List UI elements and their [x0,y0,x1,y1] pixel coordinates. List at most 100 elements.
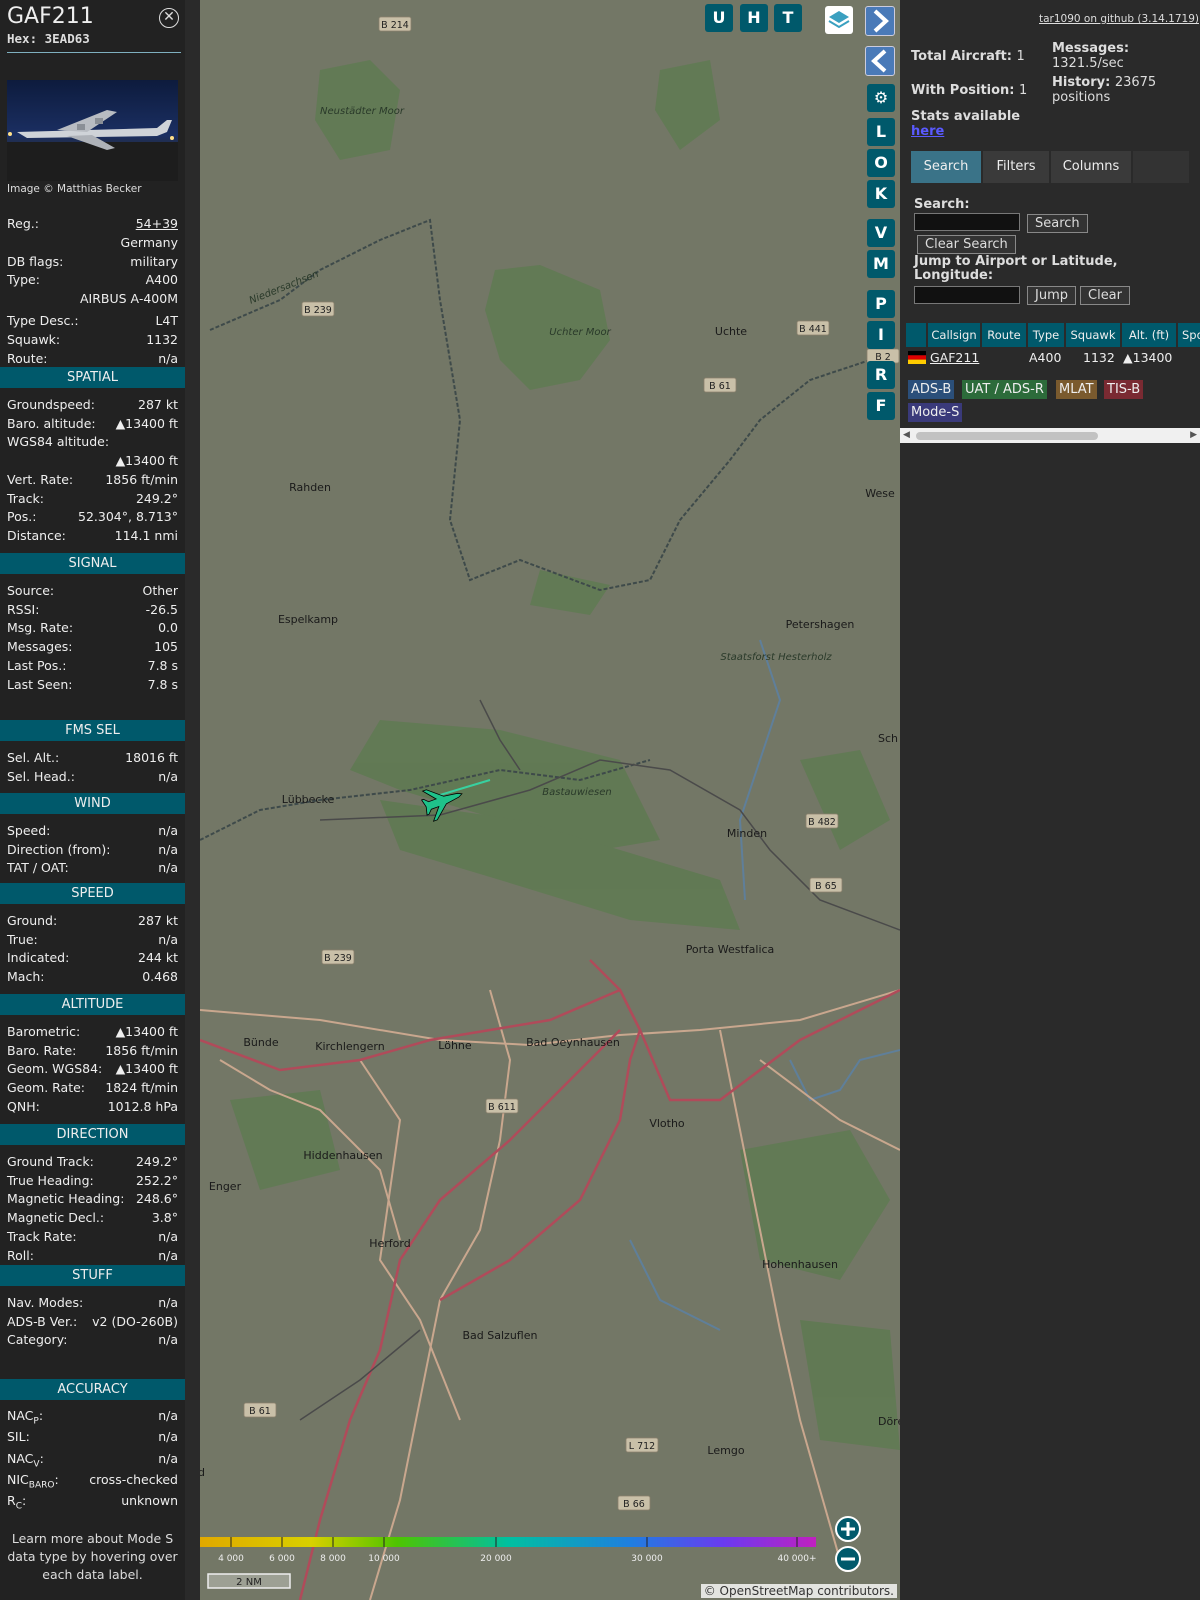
place-label: Bastauwiesen [542,787,611,798]
detail-row: Distance: 114.1 nmi [7,528,178,546]
row-value: ▲13400 ft [115,1024,178,1039]
row-value[interactable]: 54+39 [136,216,178,231]
row-value: 0.468 [142,969,178,985]
zoom-in-button[interactable] [835,1516,861,1542]
clear-search-button[interactable]: Clear Search [917,235,1016,254]
row-label: Source: [7,583,55,598]
road-label: B 239 [324,953,352,964]
detail-row: Ground Track: 249.2° [7,1154,178,1172]
detail-row: Track Rate: n/a [7,1229,178,1247]
github-link[interactable]: tar1090 on github (3.14.1719) [1039,13,1199,25]
scroll-left-icon[interactable]: ◀ [903,430,910,440]
map-button-l[interactable]: L [867,118,895,146]
map-canvas[interactable]: 4 000 6 000 8 000 10 000 20 000 30 000 40 000+… [200,0,900,1600]
row-value: 7.8 s [147,676,178,692]
tab-search[interactable]: Search [911,151,981,183]
close-icon[interactable]: ✕ [159,8,179,28]
road-shield: B 482 [805,813,839,829]
column-header-route[interactable]: Route [982,323,1026,347]
search-button[interactable]: Search [1027,214,1088,233]
clear-button[interactable]: Clear [1080,286,1130,305]
source-tag: Mode-S [908,403,963,422]
section-header-wind: WIND [0,793,185,814]
section-header-spatial: SPATIAL [0,367,185,388]
info-row: Type: A400 [7,272,178,290]
detail-row: Messages: 105 [7,639,178,657]
road-shield: B 441 [796,320,830,336]
search-input[interactable] [914,213,1020,231]
row-label: RSSI: [7,601,40,617]
road-label: L 712 [629,1441,655,1452]
column-header-speed[interactable]: Spd [1178,323,1200,347]
accuracy-value: n/a [158,1429,178,1445]
column-header-flag[interactable] [906,323,926,347]
row-label: True Heading: [7,1172,94,1188]
map-button-f[interactable]: F [867,392,895,420]
detail-row: ▲13400 ft [7,453,178,471]
aircraft-photo[interactable] [7,80,178,181]
row-label: Type: [7,272,40,287]
list-scrollbar-thumb[interactable] [916,432,1098,440]
map-button-t[interactable]: T [774,4,802,32]
layers-icon[interactable] [825,6,853,34]
map-button-m[interactable]: M [867,250,895,278]
row-value: n/a [158,1332,178,1348]
place-label: Vlotho [649,1117,685,1130]
jump-input[interactable] [914,286,1020,304]
messages-stat: Messages: 1321.5/sec [1052,41,1130,71]
place-label: Wese [865,487,895,500]
map-button-o[interactable]: O [867,149,895,177]
accuracy-value: unknown [121,1493,178,1509]
row-label: Groundspeed: [7,397,95,412]
chevron-left-icon[interactable] [865,46,895,76]
section-header-speed: SPEED [0,883,185,904]
column-header-type[interactable]: Type [1028,323,1064,347]
stats-link[interactable]: here [911,124,944,139]
map-button-k[interactable]: K [867,180,895,208]
column-header-callsign[interactable]: Callsign [928,323,980,347]
accuracy-row: SIL: n/a [7,1429,178,1447]
row-value: A400 [145,272,178,287]
place-label: Minden [727,827,767,840]
row-callsign[interactable]: GAF211 [930,349,979,367]
row-value: 249.2° [135,1154,178,1169]
list-horizontal-scrollbar[interactable]: ◀ ▶ [900,428,1200,443]
gear-icon[interactable]: ⚙ [867,84,895,112]
jump-button[interactable]: Jump [1027,286,1076,305]
map-view[interactable]: 4 000 6 000 8 000 10 000 20 000 30 000 40 000+… [200,0,900,1600]
map-button-h[interactable]: H [740,4,768,32]
place-label: Petershagen [786,618,855,631]
row-value: Germany [120,235,178,250]
zoom-out-button[interactable] [835,1546,861,1572]
mode-s-help-text: Learn more about Mode S data type by hov… [7,1531,178,1582]
road-label: B 482 [808,817,836,828]
tab-columns[interactable]: Columns [1051,151,1131,183]
detail-row: QNH: 1012.8 hPa [7,1099,178,1117]
map-button-v[interactable]: V [867,219,895,247]
chevron-right-icon[interactable] [865,6,895,36]
map-button-r[interactable]: R [867,361,895,389]
map-button-p[interactable]: P [867,290,895,318]
row-label: WGS84 altitude: [7,434,110,450]
detail-row: Baro. altitude: ▲13400 ft [7,416,178,434]
row-value: 1856 ft/min [105,1042,178,1058]
scroll-right-icon[interactable]: ▶ [1190,430,1197,440]
altitude-tick-label: 40 000+ [777,1554,816,1564]
detail-row: Indicated: 244 kt [7,950,178,968]
place-label: Enger [209,1180,242,1193]
row-value: 244 kt [138,950,178,966]
tab-filters[interactable]: Filters [983,151,1049,183]
place-label: Dörentrup [878,1415,900,1428]
column-header-squawk[interactable]: Squawk [1066,323,1120,347]
map-button-u[interactable]: U [705,4,733,32]
column-header-altitude[interactable]: Alt. (ft) [1122,323,1176,347]
row-value: 1856 ft/min [105,471,178,487]
row-label: Speed: [7,823,51,838]
road-label: B 239 [304,305,332,316]
map-button-i[interactable]: I [867,321,895,349]
row-value: 287 kt [138,397,178,412]
row-value: v2 (DO-260B) [92,1313,178,1329]
detail-row: Direction (from): n/a [7,842,178,860]
map-attribution[interactable]: © OpenStreetMap contributors. [700,1584,897,1598]
row-label: Baro. altitude: [7,415,96,431]
